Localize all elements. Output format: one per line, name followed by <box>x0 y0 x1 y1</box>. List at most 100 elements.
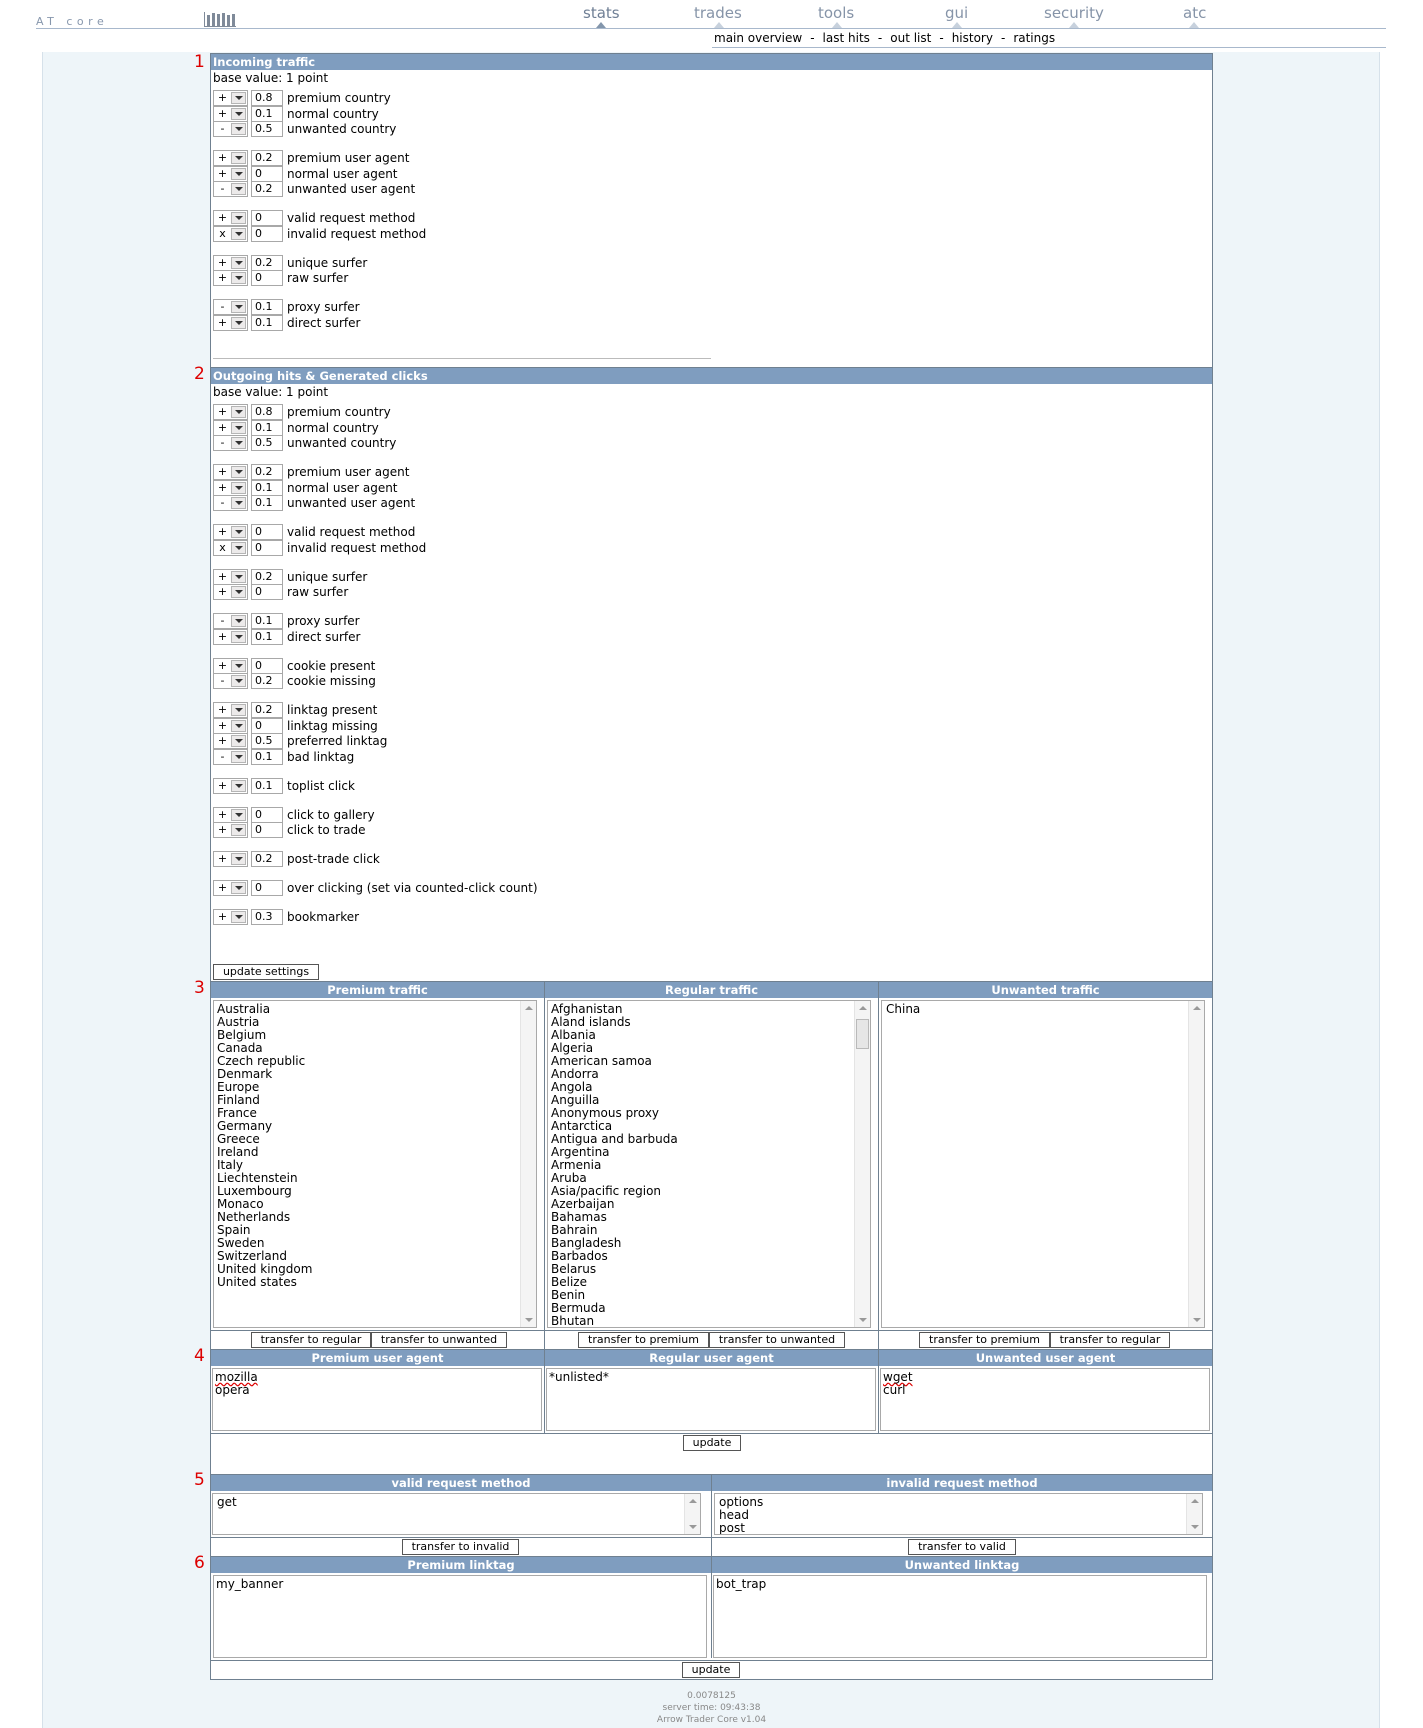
chevron-down-icon[interactable] <box>231 674 246 687</box>
list-item[interactable]: curl <box>883 1384 1206 1397</box>
list-item[interactable]: Bermuda <box>551 1302 867 1315</box>
operator-select-cookie-missing[interactable]: - <box>213 672 248 689</box>
chevron-down-icon[interactable] <box>231 167 246 180</box>
list-item[interactable]: Belarus <box>551 1263 867 1276</box>
weight-input-premium-user-agent[interactable]: 0.2 <box>251 463 283 480</box>
operator-select-post-trade-click[interactable]: + <box>213 850 248 867</box>
operator-select-raw-surfer[interactable]: + <box>213 583 248 600</box>
weight-input-valid-request-method[interactable]: 0 <box>251 523 283 540</box>
weight-input-direct-surfer[interactable]: 0.1 <box>251 628 283 645</box>
operator-select-unwanted-user-agent[interactable]: - <box>213 494 248 511</box>
subnav-history[interactable]: history <box>952 31 993 45</box>
nav-stats[interactable]: stats <box>583 4 620 22</box>
list-item[interactable]: *unlisted* <box>549 1371 872 1384</box>
transfer-to-premium-button[interactable]: transfer to premium <box>919 1332 1050 1348</box>
chevron-down-icon[interactable] <box>231 300 246 313</box>
list-item[interactable]: Bhutan <box>551 1315 867 1328</box>
list-item[interactable]: Denmark <box>217 1068 533 1081</box>
unwanted-linktag-textarea[interactable]: bot_trap <box>713 1575 1207 1658</box>
weight-input-toplist-click[interactable]: 0.1 <box>251 777 283 794</box>
operator-select-premium-country[interactable]: + <box>213 89 248 106</box>
chevron-down-icon[interactable] <box>231 630 246 643</box>
weight-input-over-clicking-set-via-counted-click-count[interactable]: 0 <box>251 879 283 896</box>
weight-input-invalid-request-method[interactable]: 0 <box>251 225 283 242</box>
operator-select-proxy-surfer[interactable]: - <box>213 612 248 629</box>
premium-traffic-list[interactable]: Australia Austria Belgium Canada Czech repub… <box>213 1000 537 1328</box>
premium-traffic-scrollbar[interactable] <box>520 1001 536 1327</box>
chevron-down-icon[interactable] <box>231 910 246 923</box>
operator-select-proxy-surfer[interactable]: - <box>213 298 248 315</box>
list-item[interactable]: post <box>719 1522 1199 1535</box>
operator-select-unwanted-user-agent[interactable]: - <box>213 180 248 197</box>
weight-input-premium-country[interactable]: 0.8 <box>251 89 283 106</box>
chevron-down-icon[interactable] <box>231 182 246 195</box>
chevron-down-icon[interactable] <box>231 734 246 747</box>
list-item[interactable]: Armenia <box>551 1159 867 1172</box>
operator-select-premium-user-agent[interactable]: + <box>213 463 248 480</box>
unwanted-user-agent-textarea[interactable]: wget curl <box>880 1368 1210 1431</box>
weight-input-bad-linktag[interactable]: 0.1 <box>251 748 283 765</box>
chevron-down-icon[interactable] <box>231 271 246 284</box>
weight-input-unwanted-country[interactable]: 0.5 <box>251 434 283 451</box>
chevron-down-icon[interactable] <box>231 405 246 418</box>
subnav-ratings[interactable]: ratings <box>1013 31 1055 45</box>
weight-input-invalid-request-method[interactable]: 0 <box>251 539 283 556</box>
operator-select-direct-surfer[interactable]: + <box>213 628 248 645</box>
transfer-to-premium-button[interactable]: transfer to premium <box>578 1332 709 1348</box>
operator-select-valid-request-method[interactable]: + <box>213 209 248 226</box>
operator-select-click-to-trade[interactable]: + <box>213 821 248 838</box>
list-item[interactable]: Netherlands <box>217 1211 533 1224</box>
chevron-down-icon[interactable] <box>231 779 246 792</box>
weight-input-valid-request-method[interactable]: 0 <box>251 209 283 226</box>
update-linktag-button[interactable]: update <box>682 1662 740 1678</box>
chevron-down-icon[interactable] <box>231 316 246 329</box>
operator-select-unwanted-country[interactable]: - <box>213 434 248 451</box>
invalid-request-method-list[interactable]: options head post <box>714 1493 1203 1535</box>
operator-select-premium-country[interactable]: + <box>213 403 248 420</box>
weight-input-unwanted-user-agent[interactable]: 0.1 <box>251 494 283 511</box>
nav-tools[interactable]: tools <box>818 4 854 22</box>
list-item[interactable]: Europe <box>217 1081 533 1094</box>
transfer-to-regular-button[interactable]: transfer to regular <box>1050 1332 1170 1348</box>
chevron-down-icon[interactable] <box>231 436 246 449</box>
chevron-down-icon[interactable] <box>231 750 246 763</box>
list-item[interactable]: Spain <box>217 1224 533 1237</box>
list-item[interactable]: wget <box>883 1371 1206 1384</box>
chevron-down-icon[interactable] <box>231 91 246 104</box>
scroll-thumb[interactable] <box>856 1019 869 1049</box>
list-item[interactable]: Luxembourg <box>217 1185 533 1198</box>
list-item[interactable]: Germany <box>217 1120 533 1133</box>
premium-linktag-textarea[interactable]: my_banner <box>213 1575 707 1658</box>
chevron-down-icon[interactable] <box>231 151 246 164</box>
list-item[interactable]: Belize <box>551 1276 867 1289</box>
list-item[interactable]: Albania <box>551 1029 867 1042</box>
list-item[interactable]: United states <box>217 1276 533 1289</box>
chevron-down-icon[interactable] <box>231 211 246 224</box>
operator-select-bad-linktag[interactable]: - <box>213 748 248 765</box>
weight-input-raw-surfer[interactable]: 0 <box>251 583 283 600</box>
chevron-down-icon[interactable] <box>231 614 246 627</box>
chevron-down-icon[interactable] <box>231 881 246 894</box>
unwanted-traffic-scrollbar[interactable] <box>1188 1001 1204 1327</box>
chevron-down-icon[interactable] <box>231 481 246 494</box>
chevron-down-icon[interactable] <box>231 496 246 509</box>
list-item[interactable]: Bahamas <box>551 1211 867 1224</box>
chevron-down-icon[interactable] <box>231 122 246 135</box>
valid-request-method-list[interactable]: get <box>212 1493 701 1535</box>
nav-gui[interactable]: gui <box>945 4 968 22</box>
subnav-last-hits[interactable]: last hits <box>823 31 870 45</box>
transfer-to-unwanted-button[interactable]: transfer to unwanted <box>371 1332 507 1348</box>
list-item[interactable]: opera <box>215 1384 538 1397</box>
chevron-down-icon[interactable] <box>231 541 246 554</box>
operator-select-valid-request-method[interactable]: + <box>213 523 248 540</box>
list-item[interactable]: Belgium <box>217 1029 533 1042</box>
list-item[interactable]: Greece <box>217 1133 533 1146</box>
transfer-to-unwanted-button[interactable]: transfer to unwanted <box>709 1332 845 1348</box>
weight-input-cookie-missing[interactable]: 0.2 <box>251 672 283 689</box>
chevron-down-icon[interactable] <box>231 570 246 583</box>
weight-input-unwanted-country[interactable]: 0.5 <box>251 120 283 137</box>
chevron-down-icon[interactable] <box>231 421 246 434</box>
list-item[interactable]: head <box>719 1509 1199 1522</box>
regular-user-agent-textarea[interactable]: *unlisted* <box>546 1368 876 1431</box>
list-item[interactable]: Ireland <box>217 1146 533 1159</box>
